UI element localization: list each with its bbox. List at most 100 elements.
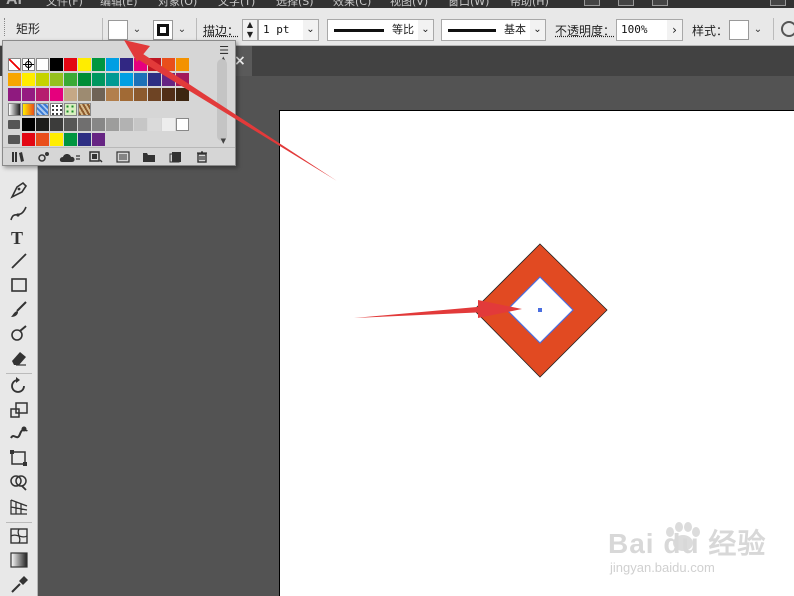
- color-swatch[interactable]: [8, 88, 21, 101]
- color-swatch[interactable]: [176, 58, 189, 71]
- color-swatch[interactable]: [36, 88, 49, 101]
- color-swatch[interactable]: [176, 88, 189, 101]
- menu-file[interactable]: 文件(F): [46, 0, 83, 8]
- mesh-tool-icon[interactable]: [8, 526, 32, 548]
- color-swatch[interactable]: [162, 73, 175, 86]
- menu-effect[interactable]: 效果(C): [333, 0, 371, 8]
- swatch-scrollbar[interactable]: [217, 59, 227, 141]
- line-tool-icon[interactable]: [8, 251, 32, 273]
- menu-window[interactable]: 窗口(W): [448, 0, 489, 8]
- color-swatch[interactable]: [162, 118, 175, 131]
- pen-tool-icon[interactable]: [8, 179, 32, 201]
- scale-tool-icon[interactable]: [8, 400, 32, 422]
- menu-object[interactable]: 对象(O): [158, 0, 197, 8]
- menu-edit[interactable]: 编辑(E): [100, 0, 138, 8]
- menu-view[interactable]: 视图(V): [390, 0, 428, 8]
- brush-dropdown[interactable]: ⌄: [530, 19, 546, 41]
- menu-help[interactable]: 帮助(H): [510, 0, 549, 8]
- stroke-weight-field[interactable]: 1 pt: [258, 19, 304, 41]
- color-swatch[interactable]: [134, 58, 147, 71]
- paintbrush-tool-icon[interactable]: [8, 299, 32, 321]
- swatch-libraries-icon[interactable]: [11, 151, 25, 163]
- curvature-tool-icon[interactable]: [8, 203, 32, 225]
- gpu-icon[interactable]: [770, 0, 786, 6]
- color-swatch[interactable]: [50, 73, 63, 86]
- rotate-tool-icon[interactable]: [8, 376, 32, 398]
- color-swatch[interactable]: [92, 73, 105, 86]
- recolor-artwork-icon[interactable]: [781, 21, 794, 37]
- menu-select[interactable]: 选择(S): [276, 0, 314, 8]
- color-swatch[interactable]: [120, 58, 133, 71]
- shape-builder-tool-icon[interactable]: [8, 472, 32, 494]
- color-swatch[interactable]: [78, 58, 91, 71]
- stroke-dropdown-arrow[interactable]: ⌄: [174, 21, 190, 39]
- color-swatch[interactable]: [64, 133, 77, 146]
- color-swatch[interactable]: [36, 118, 49, 131]
- color-swatch[interactable]: [64, 58, 77, 71]
- color-swatch[interactable]: [36, 133, 49, 146]
- brush-definition[interactable]: 基本: [441, 19, 531, 41]
- color-swatch[interactable]: [50, 118, 63, 131]
- stroke-weight-stepper[interactable]: ▲ ▼: [242, 19, 258, 41]
- delete-swatch-icon[interactable]: [195, 151, 209, 163]
- menu-type[interactable]: 文字(T): [218, 0, 255, 8]
- color-swatch[interactable]: [22, 118, 35, 131]
- swatch-gradient-gray[interactable]: [8, 103, 21, 116]
- new-swatch-icon[interactable]: [169, 151, 183, 163]
- cloud-library-icon[interactable]: [59, 151, 81, 163]
- fill-color-swatch[interactable]: [108, 20, 128, 40]
- type-tool-icon[interactable]: T: [8, 227, 32, 249]
- color-swatch[interactable]: [106, 118, 119, 131]
- color-swatch[interactable]: [78, 118, 91, 131]
- shaper-tool-icon[interactable]: [8, 323, 32, 345]
- color-swatch[interactable]: [22, 88, 35, 101]
- perspective-grid-tool-icon[interactable]: [8, 496, 32, 518]
- color-group-icon[interactable]: [116, 151, 130, 163]
- color-swatch[interactable]: [106, 73, 119, 86]
- color-swatch[interactable]: [36, 73, 49, 86]
- color-swatch[interactable]: [148, 118, 161, 131]
- selection-center-point[interactable]: [538, 308, 542, 312]
- bridge-icon[interactable]: [584, 0, 600, 6]
- opacity-label[interactable]: 不透明度：: [555, 22, 615, 39]
- color-swatch[interactable]: [120, 88, 133, 101]
- color-swatch[interactable]: [106, 88, 119, 101]
- swatch-pattern-green[interactable]: [64, 103, 77, 116]
- free-transform-tool-icon[interactable]: [8, 448, 32, 470]
- color-swatch[interactable]: [78, 73, 91, 86]
- color-swatch[interactable]: [134, 73, 147, 86]
- fill-dropdown-arrow[interactable]: ⌄: [129, 21, 145, 39]
- color-swatch[interactable]: [162, 58, 175, 71]
- color-swatch[interactable]: [176, 73, 189, 86]
- swatch-options-icon[interactable]: [89, 151, 103, 163]
- rectangle-tool-icon[interactable]: [8, 275, 32, 297]
- color-swatch[interactable]: [78, 133, 91, 146]
- color-swatch[interactable]: [78, 88, 91, 101]
- color-swatch[interactable]: [120, 73, 133, 86]
- color-swatch[interactable]: [64, 88, 77, 101]
- warp-tool-icon[interactable]: [8, 424, 32, 446]
- workspace-icon[interactable]: [652, 0, 668, 6]
- stroke-label[interactable]: 描边：: [203, 22, 239, 39]
- swatch-registration[interactable]: [22, 58, 35, 71]
- swatch-pattern-brown[interactable]: [78, 103, 91, 116]
- color-swatch[interactable]: [92, 58, 105, 71]
- color-swatch[interactable]: [8, 73, 21, 86]
- color-swatch[interactable]: [148, 73, 161, 86]
- opacity-field[interactable]: 100%: [616, 19, 668, 41]
- stroke-color-swatch[interactable]: [153, 20, 173, 40]
- eyedropper-tool-icon[interactable]: [8, 574, 32, 596]
- color-swatch[interactable]: [50, 133, 63, 146]
- profile-dropdown[interactable]: ⌄: [418, 19, 434, 41]
- color-swatch[interactable]: [92, 133, 105, 146]
- graphic-style-swatch[interactable]: [729, 20, 749, 40]
- swatch-pattern-dots[interactable]: [50, 103, 63, 116]
- new-folder-icon[interactable]: [142, 151, 156, 163]
- color-swatch[interactable]: [92, 118, 105, 131]
- style-dropdown-arrow[interactable]: ⌄: [750, 21, 766, 39]
- variable-width-profile[interactable]: 等比: [327, 19, 419, 41]
- swatch-pattern-blue[interactable]: [36, 103, 49, 116]
- swatch-kind-icon[interactable]: [37, 151, 51, 163]
- swatch-none[interactable]: [8, 58, 21, 71]
- color-swatch[interactable]: [64, 118, 77, 131]
